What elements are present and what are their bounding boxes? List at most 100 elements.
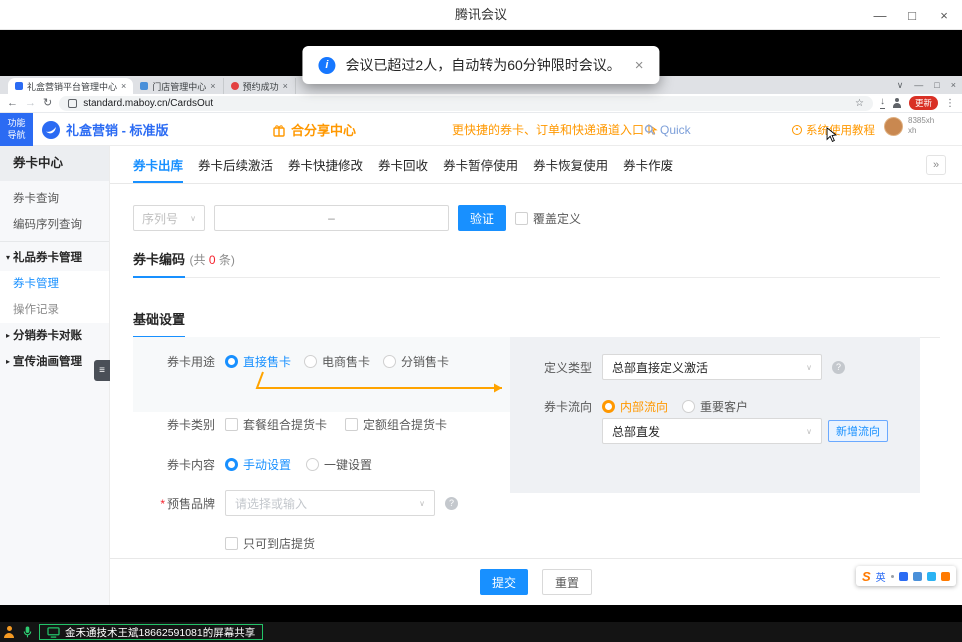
tab-favicon (140, 82, 148, 90)
brand: 礼盒营销 - 标准版 (42, 113, 169, 146)
tab-card-suspend[interactable]: 券卡暂停使用 (443, 146, 518, 183)
maximize-button[interactable]: □ (896, 0, 928, 30)
radio-manual-setup[interactable]: 手动设置 (225, 456, 291, 473)
tab-card-quick-edit[interactable]: 券卡快捷修改 (288, 146, 363, 183)
sidebar-item-card-mgmt[interactable]: 券卡管理 (0, 271, 109, 297)
sidebar-group-distribution-reconcile[interactable]: ▸ 分销券卡对账 (0, 323, 109, 349)
share-center-link[interactable]: 合分享中心 (272, 113, 356, 146)
sidebar-collapse-handle[interactable]: ≡ (94, 360, 110, 381)
form-footer: 提交 重置 (110, 558, 962, 605)
radio-ecommerce-sale[interactable]: 电商售卡 (304, 353, 370, 370)
category-label: 券卡类别 (133, 416, 225, 433)
chevron-down-icon: ∨ (806, 363, 812, 372)
define-type-select[interactable]: 总部直接定义激活 ∨ (602, 354, 822, 380)
checkbox-store-pickup-only[interactable]: 只可到店提货 (225, 535, 315, 552)
info-icon: i (318, 57, 335, 74)
browser-maximize-icon[interactable]: □ (934, 80, 939, 90)
tab-favicon (231, 82, 239, 90)
radio-icon (225, 355, 238, 368)
help-icon[interactable]: ? (832, 361, 845, 374)
serial-range-input[interactable]: – (214, 205, 449, 231)
sidebar-group-gift-card-mgmt[interactable]: ▾ 礼品券卡管理 (0, 245, 109, 271)
checkbox-combo-pickup-card[interactable]: 套餐组合提货卡 (225, 416, 327, 433)
browser-menu-icon[interactable]: ⋮ (945, 98, 955, 109)
forward-icon: → (25, 98, 36, 109)
ime-emoji-icon[interactable] (913, 572, 922, 581)
bookmark-star-icon[interactable]: ☆ (855, 98, 864, 109)
profile-icon[interactable] (892, 98, 902, 108)
radio-important-customer[interactable]: 重要客户 (682, 398, 748, 415)
tab-search-icon[interactable]: ∨ (897, 80, 904, 91)
radio-direct-sale[interactable]: 直接售卡 (225, 353, 291, 370)
tab-card-outbound[interactable]: 券卡出库 (133, 146, 183, 183)
toast-message: 会议已超过2人，自动转为60分钟限时会议。 (345, 55, 620, 75)
serial-type-select[interactable]: 序列号 ∨ (133, 205, 205, 231)
tab-close-icon[interactable]: × (210, 81, 215, 91)
user-account[interactable]: 8385xh xh (884, 116, 934, 137)
ime-settings-icon[interactable] (941, 572, 950, 581)
radio-distribution-sale[interactable]: 分销售卡 (383, 353, 449, 370)
flow-target-select[interactable]: 总部直发 ∨ (602, 418, 822, 444)
override-define-checkbox-wrap[interactable]: 覆盖定义 (515, 210, 581, 227)
refresh-icon[interactable]: ↻ (43, 98, 52, 109)
browser-tab-gift-admin[interactable]: 礼盒营销平台管理中心 × (8, 78, 133, 94)
function-nav-toggle[interactable]: 功能 导航 (0, 113, 33, 146)
screen-share-text: 金禾通技术王斌18662591081的屏幕共享 (65, 625, 255, 640)
sidebar-title: 券卡中心 (0, 146, 109, 181)
sidebar-item-card-query[interactable]: 券卡查询 (0, 186, 109, 212)
brand-name: 礼盒营销 - 标准版 (66, 120, 169, 139)
tab-card-void[interactable]: 券卡作废 (623, 146, 673, 183)
add-flow-button[interactable]: 新增流向 (828, 420, 888, 442)
radio-one-click-setup[interactable]: 一键设置 (306, 456, 372, 473)
hamburger-icon: ≡ (99, 365, 105, 376)
tab-close-icon[interactable]: × (283, 81, 288, 91)
tabs-expand-button[interactable]: » (926, 155, 946, 175)
verify-button[interactable]: 验证 (458, 205, 506, 231)
sidebar-item-code-sequence-query[interactable]: 编码序列查询 (0, 212, 109, 238)
tab-close-icon[interactable]: × (121, 81, 126, 91)
tab-card-activate[interactable]: 券卡后续激活 (198, 146, 273, 183)
presale-brand-select[interactable]: 请选择或输入 ∨ (225, 490, 435, 516)
checkbox-icon[interactable] (515, 212, 528, 225)
ime-keyboard-icon[interactable] (899, 572, 908, 581)
quick-entry-link[interactable]: 更快捷的券卡、订单和快递通道入口 (452, 113, 659, 146)
browser-update-badge[interactable]: 更新 (909, 96, 938, 110)
sidebar-group-promo-material[interactable]: ▸ 宣传油画管理 (0, 349, 109, 375)
toast-close-icon[interactable]: × (635, 57, 644, 74)
download-icon[interactable]: ↓ (880, 97, 885, 109)
tab-card-resume[interactable]: 券卡恢复使用 (533, 146, 608, 183)
radio-icon (225, 458, 238, 471)
browser-tab-booking[interactable]: 预约成功 × (224, 78, 296, 94)
site-security-icon[interactable] (68, 99, 77, 108)
help-icon[interactable]: ? (445, 497, 458, 510)
checkbox-fixed-combo-pickup-card[interactable]: 定额组合提货卡 (345, 416, 447, 433)
screen-share-indicator[interactable]: 金禾通技术王斌18662591081的屏幕共享 (39, 624, 263, 640)
meeting-titlebar: 腾讯会议 — □ × (0, 0, 962, 30)
ime-tool-icon[interactable] (927, 572, 936, 581)
card-flow-label: 券卡流向 (510, 398, 602, 415)
ime-toolbar[interactable]: S 英 (856, 566, 956, 586)
checkbox-icon (225, 418, 238, 431)
tab-card-recycle[interactable]: 券卡回收 (378, 146, 428, 183)
minimize-button[interactable]: — (864, 0, 896, 30)
quick-search[interactable]: Quick (644, 113, 691, 146)
browser-tab-store-admin[interactable]: 门店管理中心 × (133, 78, 223, 94)
submit-button[interactable]: 提交 (480, 569, 528, 595)
bulb-icon (792, 125, 802, 135)
screen-icon (47, 627, 60, 638)
microphone-icon[interactable] (22, 625, 33, 639)
sidebar-item-operation-log[interactable]: 操作记录 (0, 297, 109, 323)
browser-close-icon[interactable]: × (951, 80, 956, 90)
back-icon[interactable]: ← (7, 98, 18, 109)
main-content: 券卡出库 券卡后续激活 券卡快捷修改 券卡回收 券卡暂停使用 券卡恢复使用 券卡… (110, 146, 962, 605)
close-button[interactable]: × (928, 0, 960, 30)
url-bar[interactable]: standard.maboy.cn/CardsOut ☆ (59, 96, 873, 111)
reset-button[interactable]: 重置 (542, 569, 592, 595)
serial-row: 序列号 ∨ – 验证 覆盖定义 (133, 205, 962, 231)
shared-browser-window: 礼盒营销平台管理中心 × 门店管理中心 × 预约成功 × ∨ — □ × ← (0, 76, 962, 605)
radio-internal-flow[interactable]: 内部流向 (602, 398, 668, 415)
brand-logo-icon (42, 121, 60, 139)
ime-language-indicator[interactable]: 英 (876, 569, 886, 584)
browser-minimize-icon[interactable]: — (914, 80, 923, 90)
meeting-window: 腾讯会议 — □ × 礼盒营销平台管理中心 × 门店管理中心 × 预约成功 × (0, 0, 962, 642)
